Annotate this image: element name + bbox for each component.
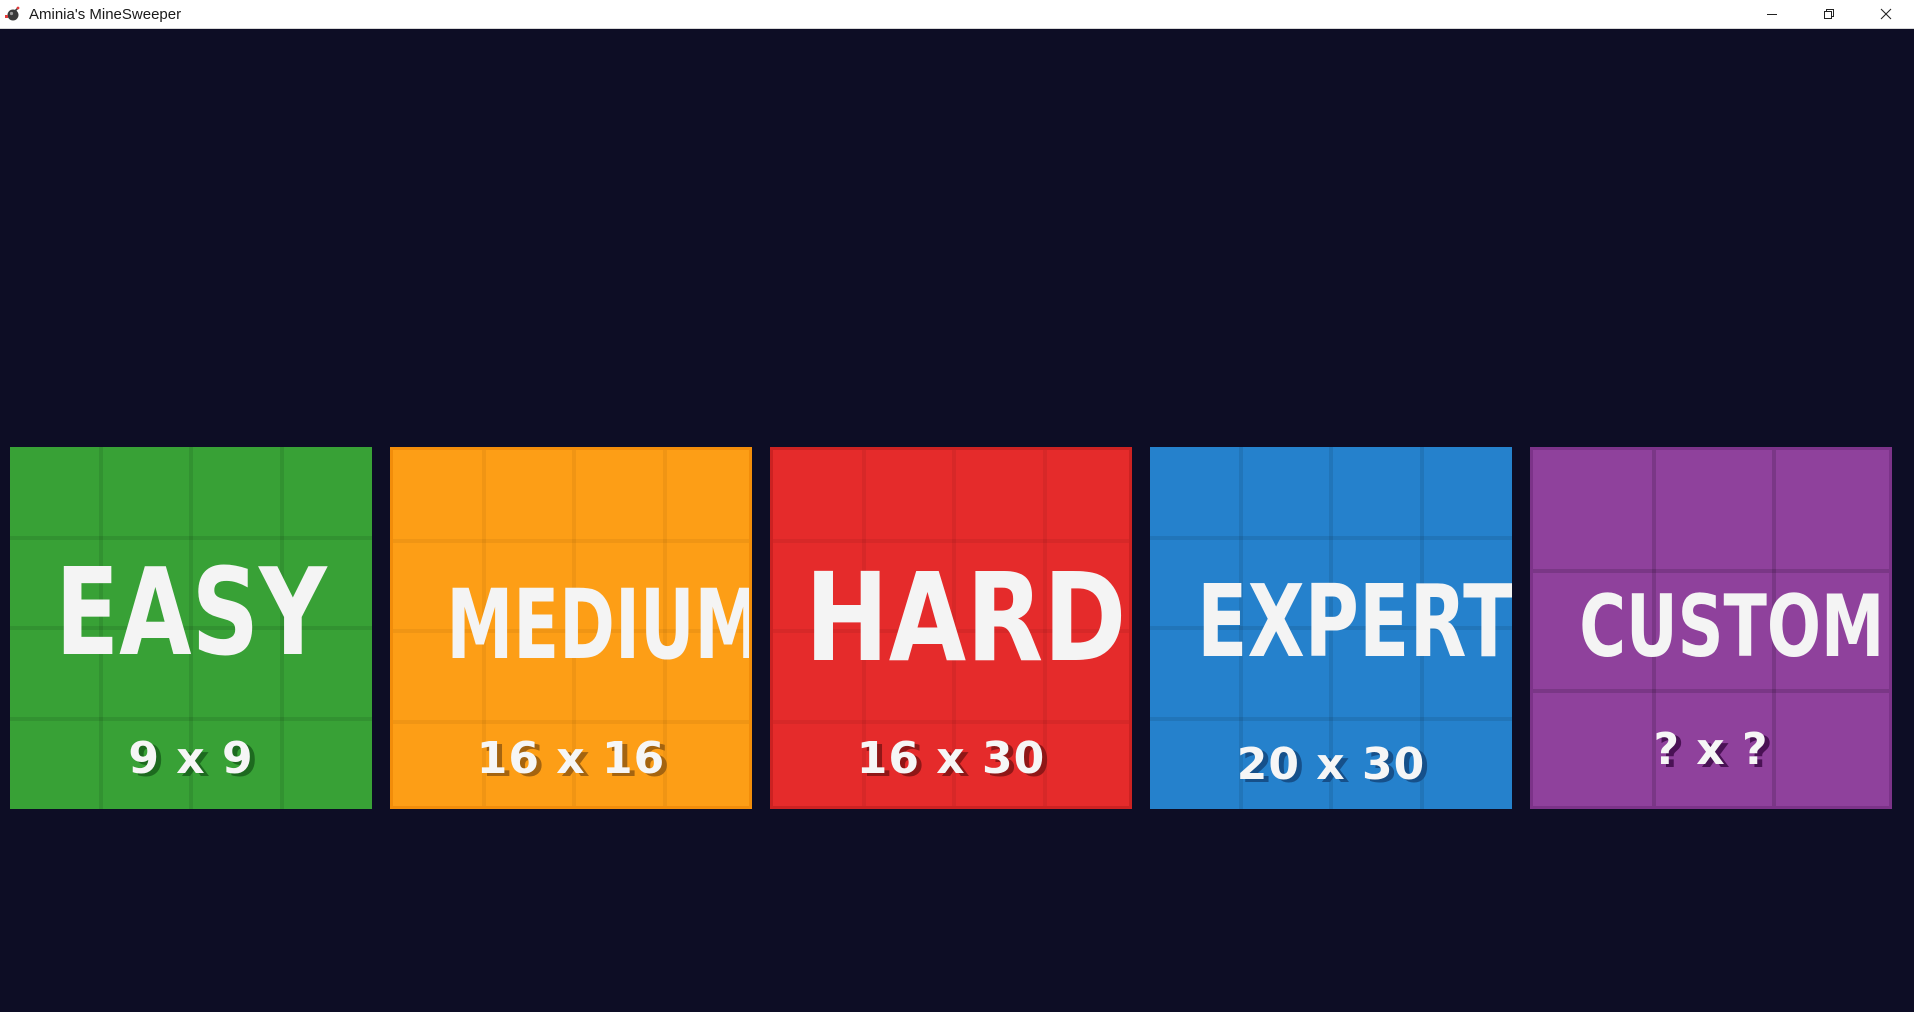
- grid-line: [1150, 536, 1512, 540]
- window-title: Aminia's MineSweeper: [29, 6, 182, 23]
- board-size: 20 x 30: [1236, 739, 1426, 790]
- grid-line: [1533, 569, 1889, 573]
- close-button[interactable]: [1857, 0, 1914, 28]
- grid-line: [393, 720, 749, 724]
- grid-line: [393, 539, 749, 543]
- board-size: ? x ?: [1653, 724, 1769, 775]
- difficulty-custom-button[interactable]: CUSTOM ? x ?: [1530, 447, 1892, 809]
- close-icon: [1880, 8, 1892, 20]
- difficulty-label: EASY: [55, 544, 327, 683]
- grid-line: [773, 720, 1129, 724]
- grid-line: [1150, 717, 1512, 721]
- difficulty-label: CUSTOM: [1579, 577, 1885, 677]
- difficulty-medium-button[interactable]: MEDIUM 16 x 16: [390, 447, 752, 809]
- difficulty-easy-button[interactable]: EASY 9 x 9: [10, 447, 372, 809]
- grid-line: [10, 536, 372, 540]
- difficulty-label: EXPERT: [1197, 563, 1512, 680]
- restore-button[interactable]: [1800, 0, 1857, 28]
- difficulty-expert-button[interactable]: EXPERT 20 x 30: [1150, 447, 1512, 809]
- board-size: 9 x 9: [128, 733, 254, 784]
- difficulty-hard-button[interactable]: HARD 16 x 30: [770, 447, 1132, 809]
- window-titlebar[interactable]: Aminia's MineSweeper: [0, 0, 1914, 29]
- grid-line: [1533, 689, 1889, 693]
- grid-line: [773, 539, 1129, 543]
- difficulty-label: HARD: [805, 547, 1127, 689]
- grid-line: [10, 717, 372, 721]
- game-canvas: EASY 9 x 9 MEDIUM 16 x 16 HARD 16 x 30 E…: [0, 29, 1914, 1012]
- minimize-icon: [1766, 8, 1778, 20]
- app-icon: [4, 6, 20, 22]
- minimize-button[interactable]: [1743, 0, 1800, 28]
- board-size: 16 x 30: [856, 733, 1046, 784]
- board-size: 16 x 16: [476, 733, 666, 784]
- restore-icon: [1823, 8, 1835, 20]
- difficulty-label: MEDIUM: [446, 569, 752, 681]
